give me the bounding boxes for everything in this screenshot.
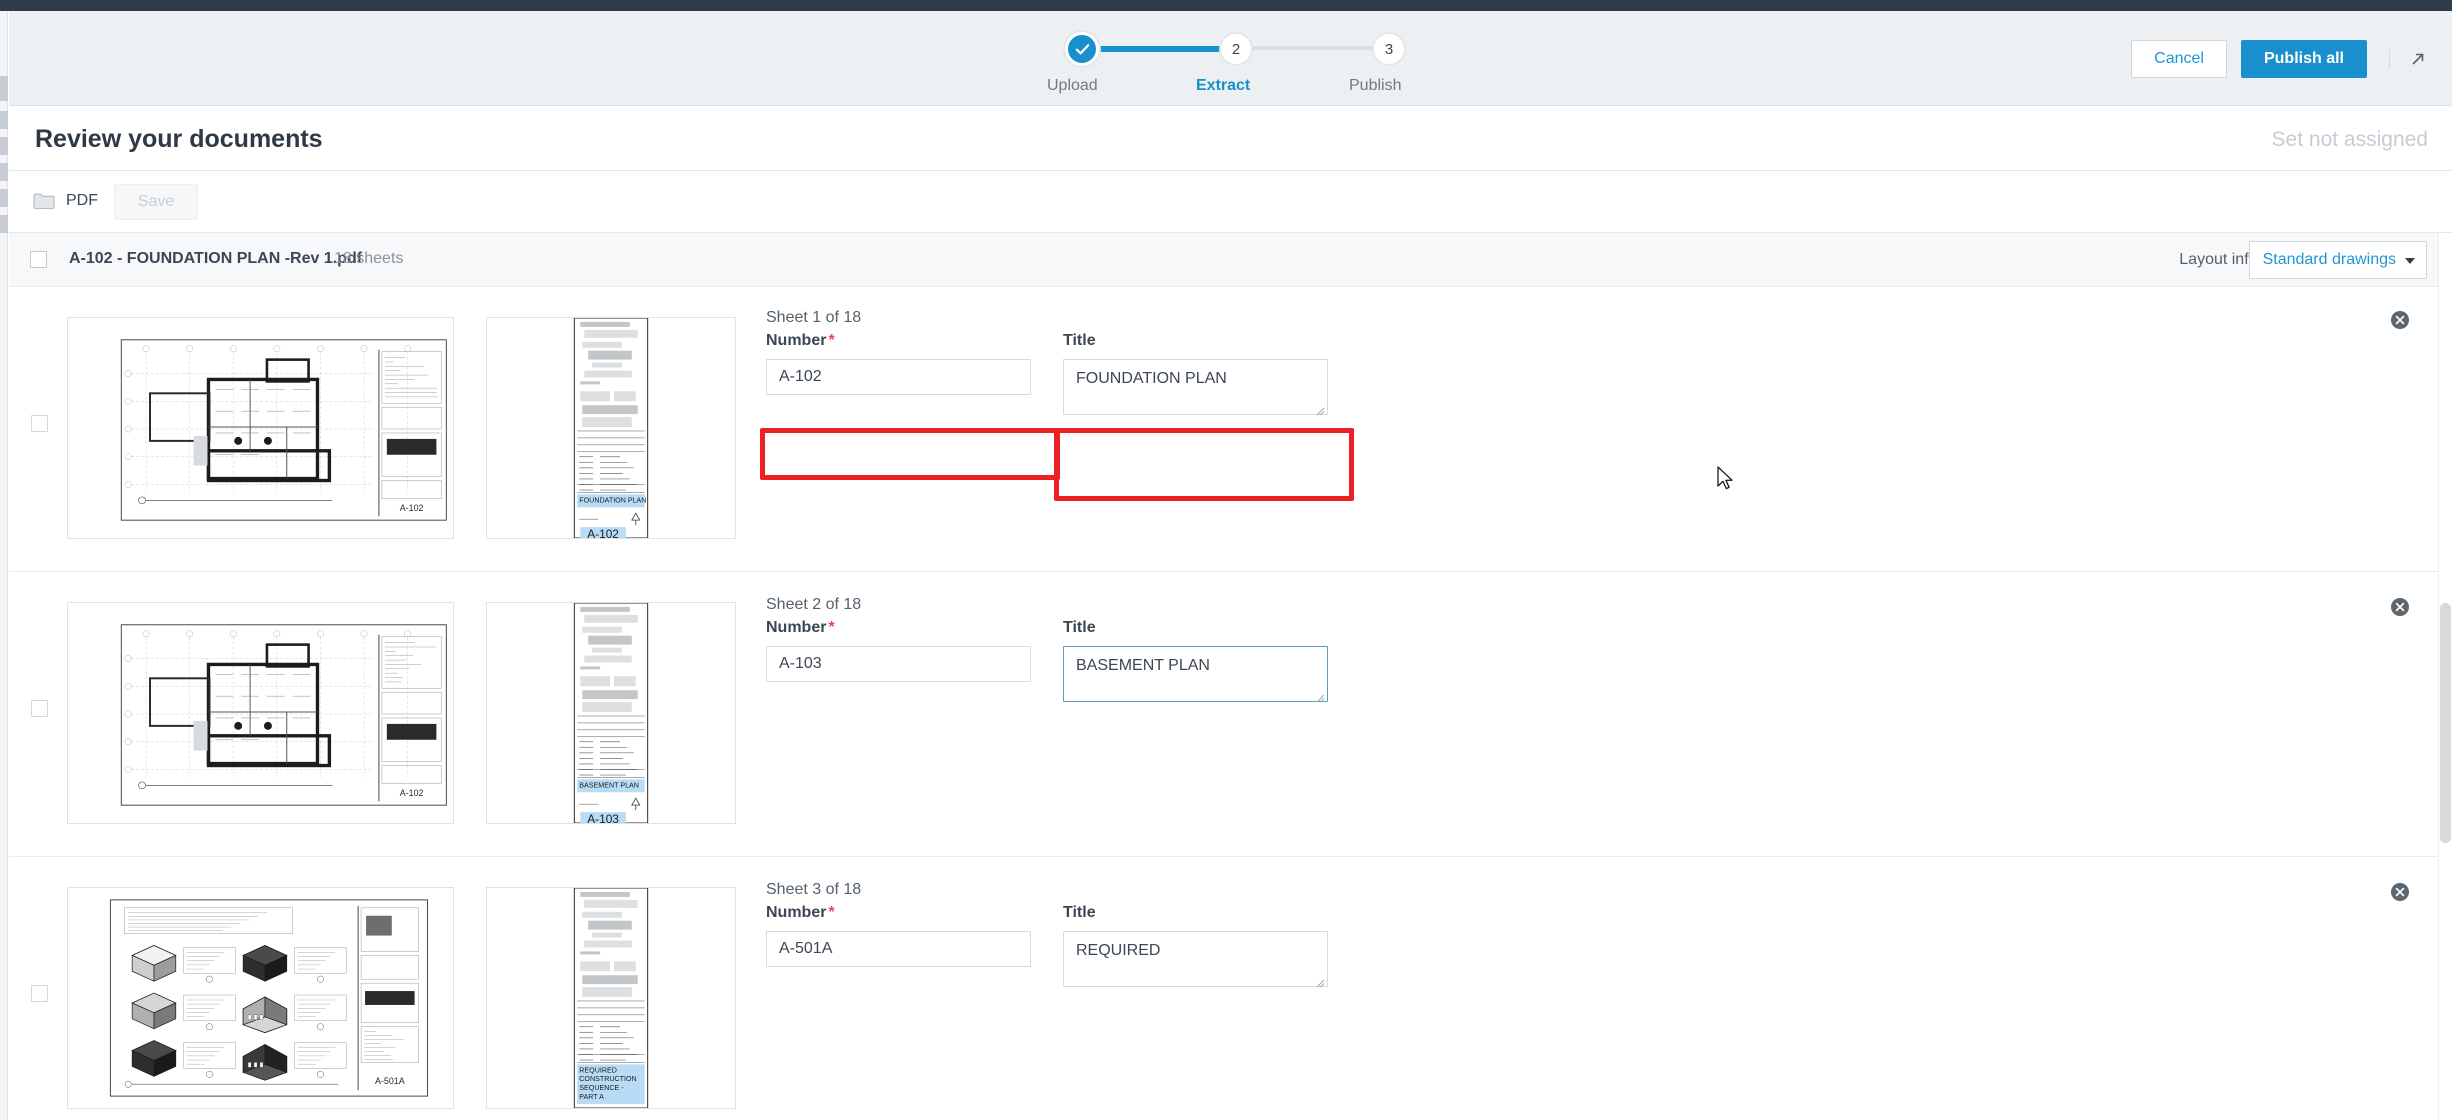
file-select-checkbox[interactable] (30, 251, 47, 268)
title-field-label: Title (1063, 619, 1328, 637)
window-title-strip (0, 0, 2452, 11)
sheet-select-checkbox[interactable] (31, 985, 48, 1002)
title-field-label: Title (1063, 904, 1328, 922)
close-circle-icon (2390, 597, 2410, 617)
step-2-number: 2 (1232, 41, 1240, 58)
number-input[interactable] (766, 931, 1031, 967)
step-1-label: Upload (1047, 77, 1098, 95)
layout-info-value: Standard drawings (2263, 251, 2396, 268)
title-textarea[interactable]: FOUNDATION PLAN (1063, 359, 1328, 415)
sheet-select-checkbox[interactable] (31, 700, 48, 717)
svg-text:PART A: PART A (579, 1093, 604, 1101)
vertical-scrollbar-thumb[interactable] (2440, 603, 2451, 843)
number-input[interactable] (766, 646, 1031, 682)
sheet-row: A-102 BASEMENT PLAN A-103 Sheet 2 of 18 N… (9, 572, 2438, 857)
sheet-titleblock-thumbnail[interactable]: BASEMENT PLAN A-103 (486, 602, 736, 824)
step-2-label: Extract (1196, 77, 1250, 95)
layout-info-select[interactable]: Standard drawings (2249, 241, 2427, 279)
expand-arrow-icon[interactable] (2406, 47, 2430, 71)
required-asterisk: * (828, 619, 834, 636)
svg-text:REQUIRED: REQUIRED (579, 1066, 617, 1074)
number-field-label: Number* (766, 619, 1031, 637)
remove-sheet-button[interactable] (2390, 882, 2410, 902)
sheet-titleblock-thumbnail[interactable]: FOUNDATION PLAN A-102 (486, 317, 736, 539)
close-circle-icon (2390, 310, 2410, 330)
page-title: Review your documents (35, 125, 323, 154)
sheet-index-label: Sheet 2 of 18 (766, 596, 861, 614)
sheet-select-checkbox[interactable] (31, 415, 48, 432)
title-field-group: Title BASEMENT PLAN (1063, 619, 1328, 707)
step-3-publish[interactable]: 3 (1372, 32, 1406, 66)
sheet-drawing-thumbnail[interactable]: A-102 (67, 317, 454, 539)
vertical-scrollbar-track[interactable] (2438, 233, 2452, 1120)
wizard-step-bar: 2 3 Upload Extract Publish Cancel Publis… (9, 11, 2452, 106)
svg-text:A-102: A-102 (400, 788, 424, 798)
sheet-list: A-102 FOUNDATION PLAN A-102 Sheet 1 of 18… (9, 287, 2438, 1120)
number-field-group: Number* (766, 904, 1031, 967)
title-textarea[interactable]: BASEMENT PLAN (1063, 646, 1328, 702)
save-button[interactable]: Save (114, 184, 198, 220)
folder-icon (33, 192, 55, 210)
top-actions: Cancel Publish all (2131, 40, 2430, 78)
sheet-row: A-102 FOUNDATION PLAN A-102 Sheet 1 of 18… (9, 287, 2438, 572)
number-field-label: Number* (766, 904, 1031, 922)
close-circle-icon (2390, 882, 2410, 902)
svg-text:A-501A: A-501A (375, 1076, 405, 1086)
number-field-highlight (760, 428, 1060, 480)
sheet-drawing-thumbnail[interactable]: A-102 (67, 602, 454, 824)
number-field-group: Number* (766, 619, 1031, 682)
svg-text:FOUNDATION PLAN: FOUNDATION PLAN (579, 496, 646, 504)
cancel-button[interactable]: Cancel (2131, 40, 2227, 78)
number-field-label: Number* (766, 332, 1031, 350)
required-asterisk: * (828, 332, 834, 349)
sheet-index-label: Sheet 3 of 18 (766, 881, 861, 899)
svg-text:CONSTRUCTION: CONSTRUCTION (579, 1075, 636, 1083)
document-toolbar: PDF Save (9, 171, 2452, 233)
app-root: 2 3 Upload Extract Publish Cancel Publis… (0, 0, 2452, 1120)
file-sheet-count: 18 sheets (334, 250, 403, 268)
svg-text:A-103: A-103 (587, 812, 619, 823)
chevron-down-icon (2405, 258, 2415, 264)
remove-sheet-button[interactable] (2390, 310, 2410, 330)
required-asterisk: * (828, 904, 834, 921)
sheet-titleblock-thumbnail[interactable]: REQUIREDCONSTRUCTIONSEQUENCE -PART AA-50… (486, 887, 736, 1109)
action-divider (2389, 49, 2390, 69)
svg-text:A-102: A-102 (400, 503, 424, 513)
title-field-group: Title REQUIRED (1063, 904, 1328, 992)
stepper-progress (1082, 46, 1236, 52)
sheet-drawing-thumbnail[interactable]: A-501A (67, 887, 454, 1109)
number-input[interactable] (766, 359, 1031, 395)
title-textarea[interactable]: REQUIRED (1063, 931, 1328, 987)
step-3-label: Publish (1349, 77, 1401, 95)
publish-all-button[interactable]: Publish all (2241, 40, 2367, 78)
file-header-row: A-102 - FOUNDATION PLAN -Rev 1.pdf 18 sh… (9, 233, 2452, 287)
page-title-bar: Review your documents Set not assigned (9, 106, 2452, 171)
svg-text:BASEMENT PLAN: BASEMENT PLAN (579, 781, 639, 789)
check-icon (1075, 42, 1090, 57)
stepper: 2 3 Upload Extract Publish (1044, 21, 1424, 91)
sheet-row: A-501A REQUIREDCONSTRUCTIONSEQUENCE -PAR… (9, 857, 2438, 1120)
svg-text:SEQUENCE -: SEQUENCE - (579, 1084, 624, 1092)
document-type-label: PDF (66, 192, 98, 210)
remove-sheet-button[interactable] (2390, 597, 2410, 617)
left-rail (0, 11, 8, 1120)
title-field-group: Title FOUNDATION PLAN (1063, 332, 1328, 420)
file-name: A-102 - FOUNDATION PLAN -Rev 1.pdf (69, 250, 362, 268)
svg-text:A-102: A-102 (587, 527, 619, 538)
title-field-highlight (1054, 428, 1354, 501)
set-status-label: Set not assigned (2272, 128, 2428, 152)
step-1-upload[interactable] (1065, 32, 1099, 66)
step-3-number: 3 (1385, 41, 1393, 58)
step-2-extract[interactable]: 2 (1219, 32, 1253, 66)
title-field-label: Title (1063, 332, 1328, 350)
number-field-group: Number* (766, 332, 1031, 395)
sheet-index-label: Sheet 1 of 18 (766, 309, 861, 327)
